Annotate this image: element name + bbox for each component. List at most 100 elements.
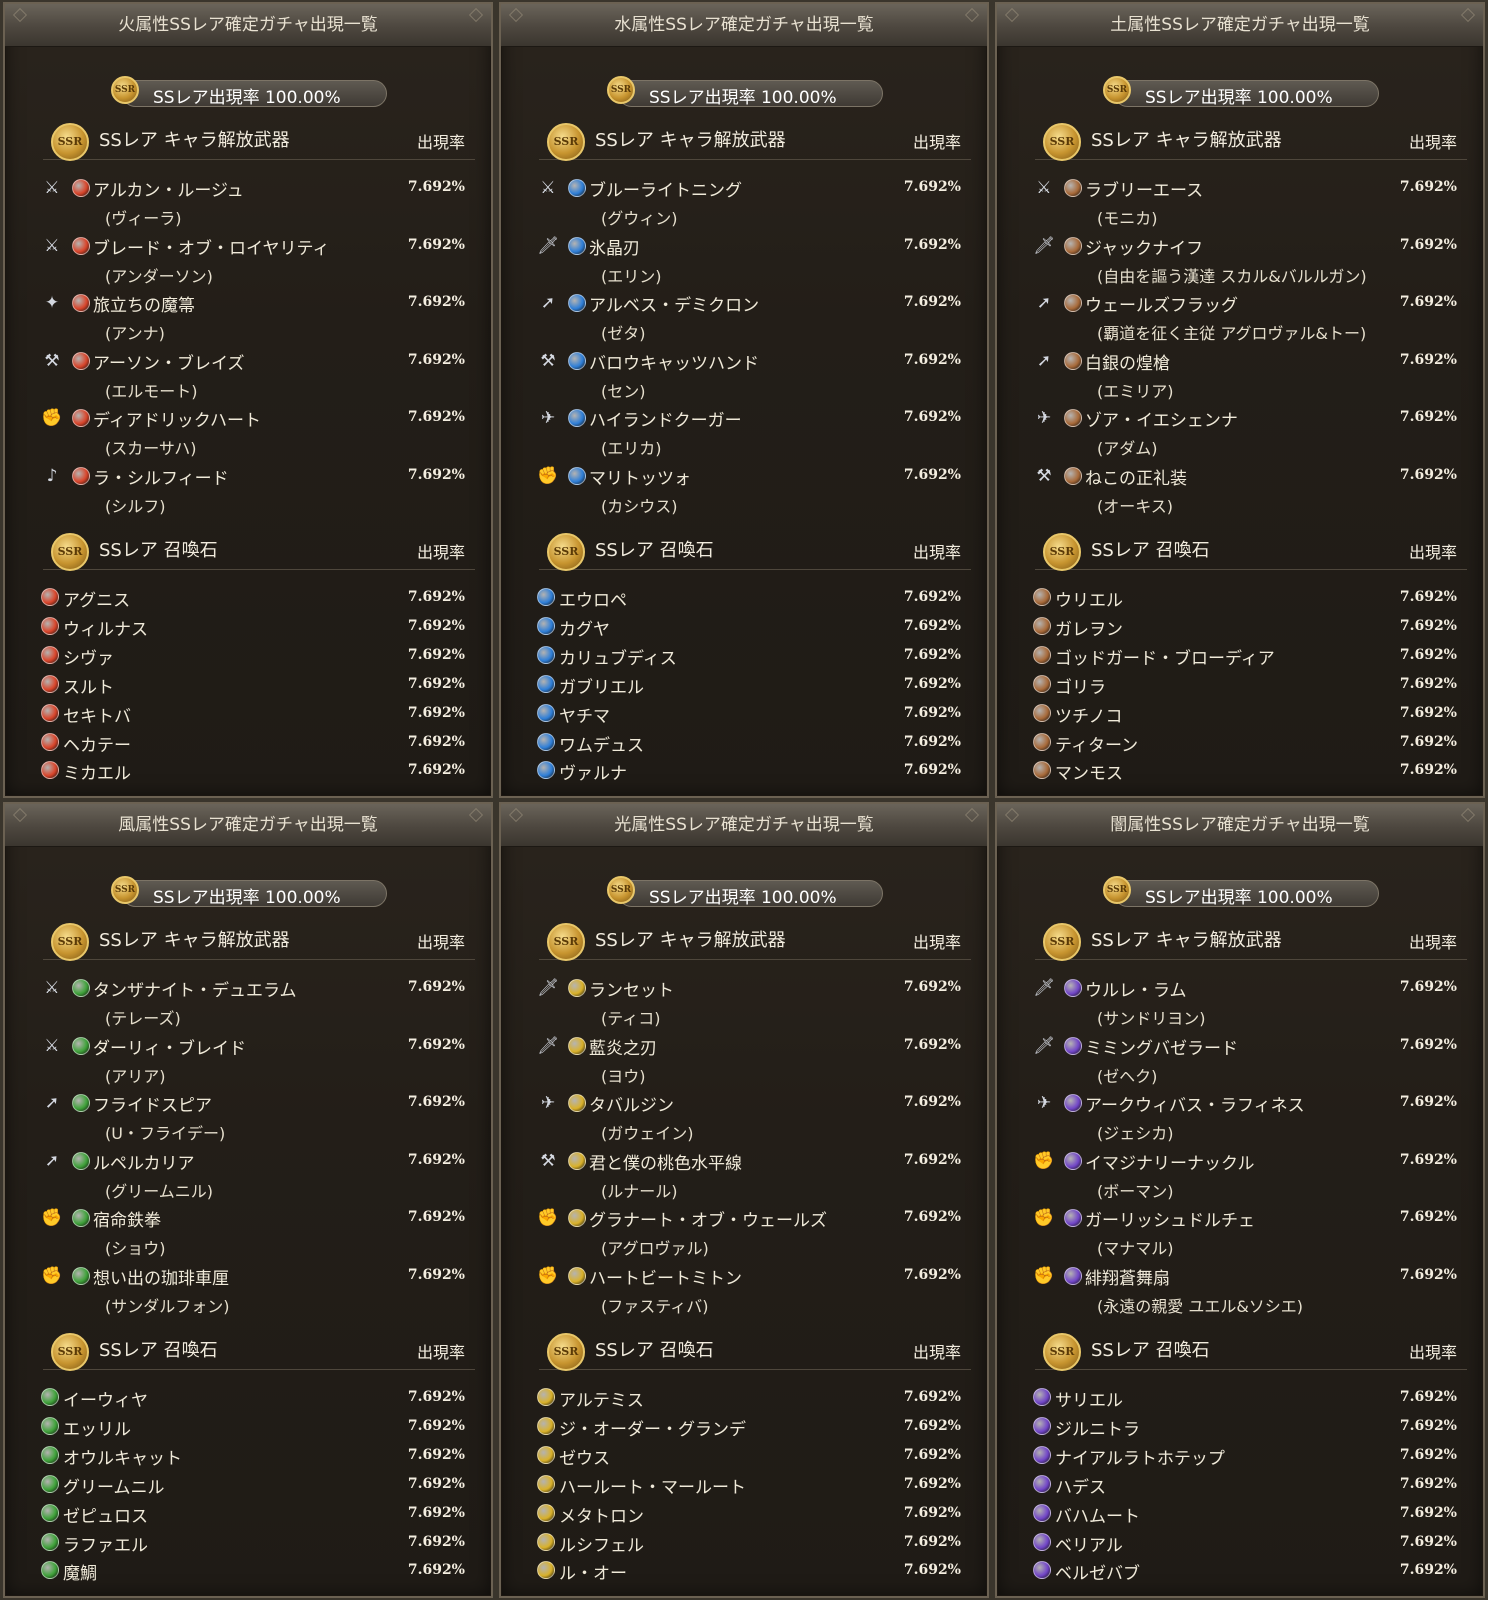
summon-name: ヘカテー <box>63 735 131 756</box>
summon-row: ハールート・マールート 7.692% <box>501 1473 987 1498</box>
summon-row: サリエル 7.692% <box>997 1386 1483 1411</box>
dagger-icon: 🗡 <box>537 978 559 998</box>
summon-rate: 7.692% <box>407 675 465 692</box>
summon-name: ゼピュロス <box>63 1506 148 1527</box>
weapon-rate: 7.692% <box>1399 466 1457 483</box>
fire-element-icon <box>41 761 59 780</box>
earth-element-icon <box>1033 616 1051 635</box>
summon-row: エウロペ 7.692% <box>501 586 987 611</box>
summons-section-header: SSR SSレア 召喚石 出現率 <box>539 529 971 571</box>
summon-row: グリームニル 7.692% <box>5 1473 491 1498</box>
weapon-name: ディアドリックハート <box>93 411 261 431</box>
panel-title: 光属性SSレア確定ガチャ出現一覧 <box>501 804 987 847</box>
summon-rate: 7.692% <box>903 762 961 779</box>
summons-section-title: SSレア 召喚石 <box>595 1340 714 1361</box>
weapon-row: ✊ ディアドリックハート 7.692% (スカーサハ) <box>5 404 491 458</box>
weapon-row: ✊ グラナート・オブ・ウェールズ 7.692% (アグロヴァル) <box>501 1204 987 1258</box>
weapon-name: 藍炎之刃 <box>589 1038 657 1059</box>
weapons-section-title: SSレア キャラ解放武器 <box>595 930 786 951</box>
rate-column-header: 出現率 <box>416 933 465 952</box>
weapon-rate: 7.692% <box>903 979 961 995</box>
summon-row: アグニス 7.692% <box>5 586 491 611</box>
weapon-row: ⚔ ブレード・オブ・ロイヤリティ 7.692% (アンダーソン) <box>5 232 491 286</box>
summon-name: ガブリエル <box>559 677 644 698</box>
fire-element-icon <box>72 179 90 197</box>
light-element-icon <box>568 1209 586 1227</box>
character-name: (グリームニル) <box>105 1181 214 1201</box>
weapon-rate: 7.692% <box>407 979 465 995</box>
character-name: (セン) <box>601 381 646 401</box>
character-name: (ファスティバ) <box>601 1296 709 1316</box>
summon-name: サリエル <box>1055 1391 1123 1411</box>
summon-row: メタトロン 7.692% <box>501 1502 987 1527</box>
summon-name: ル・オー <box>559 1564 627 1585</box>
weapons-section-title: SSレア キャラ解放武器 <box>99 130 290 151</box>
summon-name: 魔鯛 <box>63 1564 97 1585</box>
weapons-section-title: SSレア キャラ解放武器 <box>99 930 290 951</box>
dark-element-icon <box>1033 1532 1051 1551</box>
summon-name: ジ・オーダー・グランデ <box>559 1419 746 1440</box>
staff-icon: ✦ <box>44 293 60 313</box>
summon-rate: 7.692% <box>903 1417 961 1434</box>
gacha-panel-light: 光属性SSレア確定ガチャ出現一覧 SSR SSレア出現率 100.00% SSR SSレ… <box>499 802 989 1598</box>
ssr-medal-icon: SSR <box>547 1333 585 1371</box>
weapon-row: 🗡 ランセット 7.692% (ティコ) <box>501 974 987 1028</box>
weapon-row: ⚒ アーソン・ブレイズ 7.692% (エルモート) <box>5 347 491 401</box>
weapon-name: 緋翔蒼舞扇 <box>1085 1268 1170 1289</box>
summon-rate: 7.692% <box>407 1504 465 1521</box>
weapon-row: ✊ ガーリッシュドルチェ 7.692% (マナマル) <box>997 1204 1483 1258</box>
fist-icon: ✊ <box>1033 1208 1055 1228</box>
summon-rate: 7.692% <box>407 762 465 779</box>
summon-name: ナイアルラトホテップ <box>1055 1448 1225 1469</box>
sword-icon: ⚔ <box>44 235 60 256</box>
summon-row: ゴッドガード・ブローディア 7.692% <box>997 644 1483 669</box>
summon-name: メタトロン <box>559 1506 644 1527</box>
summon-name: ミカエル <box>63 764 131 785</box>
character-name: (グウィン) <box>601 209 678 228</box>
summon-row: ゼウス 7.692% <box>501 1444 987 1469</box>
dark-element-icon <box>1064 979 1082 997</box>
summon-name: ベルゼバブ <box>1055 1564 1140 1585</box>
ssr-medal-icon: SSR <box>547 123 585 161</box>
weapon-name: ゾア・イエシェンナ <box>1085 411 1238 431</box>
weapon-row: ✊ 想い出の珈琲車厘 7.692% (サンダルフォン) <box>5 1262 491 1316</box>
summon-rate: 7.692% <box>903 617 961 634</box>
weapon-name: ねこの正礼装 <box>1085 468 1187 489</box>
character-name: (ヨウ) <box>601 1066 646 1086</box>
summon-name: バハムート <box>1055 1506 1140 1527</box>
character-name: (ガウェイン) <box>601 1124 694 1143</box>
weapon-rate: 7.692% <box>1399 179 1457 195</box>
summon-row: ヘカテー 7.692% <box>5 731 491 756</box>
gun-icon: ✈ <box>1036 408 1052 428</box>
weapon-rate: 7.692% <box>903 1036 961 1053</box>
axe-icon: ⚒ <box>1036 465 1052 486</box>
fire-element-icon <box>41 645 59 664</box>
spear-icon: ➚ <box>540 293 556 313</box>
weapon-rate: 7.692% <box>1399 1094 1457 1110</box>
character-name: (自由を謳う漢達 スカル&バルルガン) <box>1097 266 1367 286</box>
summon-name: ハデス <box>1055 1477 1106 1498</box>
summon-row: バハムート 7.692% <box>997 1502 1483 1527</box>
summon-name: マンモス <box>1055 764 1123 785</box>
ssr-medal-icon: SSR <box>51 923 89 961</box>
summon-rate: 7.692% <box>1399 1504 1457 1521</box>
dark-element-icon <box>1064 1266 1082 1285</box>
summon-name: ハールート・マールート <box>559 1477 746 1498</box>
ssr-rate-text: SSレア出現率 100.00% <box>1145 888 1333 908</box>
weapon-rate: 7.692% <box>1399 236 1457 253</box>
fire-element-icon <box>72 351 90 370</box>
summon-rate: 7.692% <box>1399 1389 1457 1405</box>
wind-element-icon <box>41 1416 59 1435</box>
summon-row: シヴァ 7.692% <box>5 644 491 669</box>
summon-row: ゴリラ 7.692% <box>997 673 1483 698</box>
earth-element-icon <box>1033 645 1051 664</box>
weapon-name: 白銀の煌槍 <box>1085 353 1170 374</box>
weapons-section-header: SSR SSレア キャラ解放武器 出現率 <box>1035 119 1467 161</box>
character-name: (テレーズ) <box>105 1009 181 1028</box>
fist-icon: ✊ <box>537 1208 559 1228</box>
harp-icon: ♪ <box>46 465 58 486</box>
weapon-row: ✊ 宿命鉄拳 7.692% (ショウ) <box>5 1204 491 1258</box>
weapon-rate: 7.692% <box>903 351 961 368</box>
water-element-icon <box>537 761 555 780</box>
water-element-icon <box>568 466 586 485</box>
